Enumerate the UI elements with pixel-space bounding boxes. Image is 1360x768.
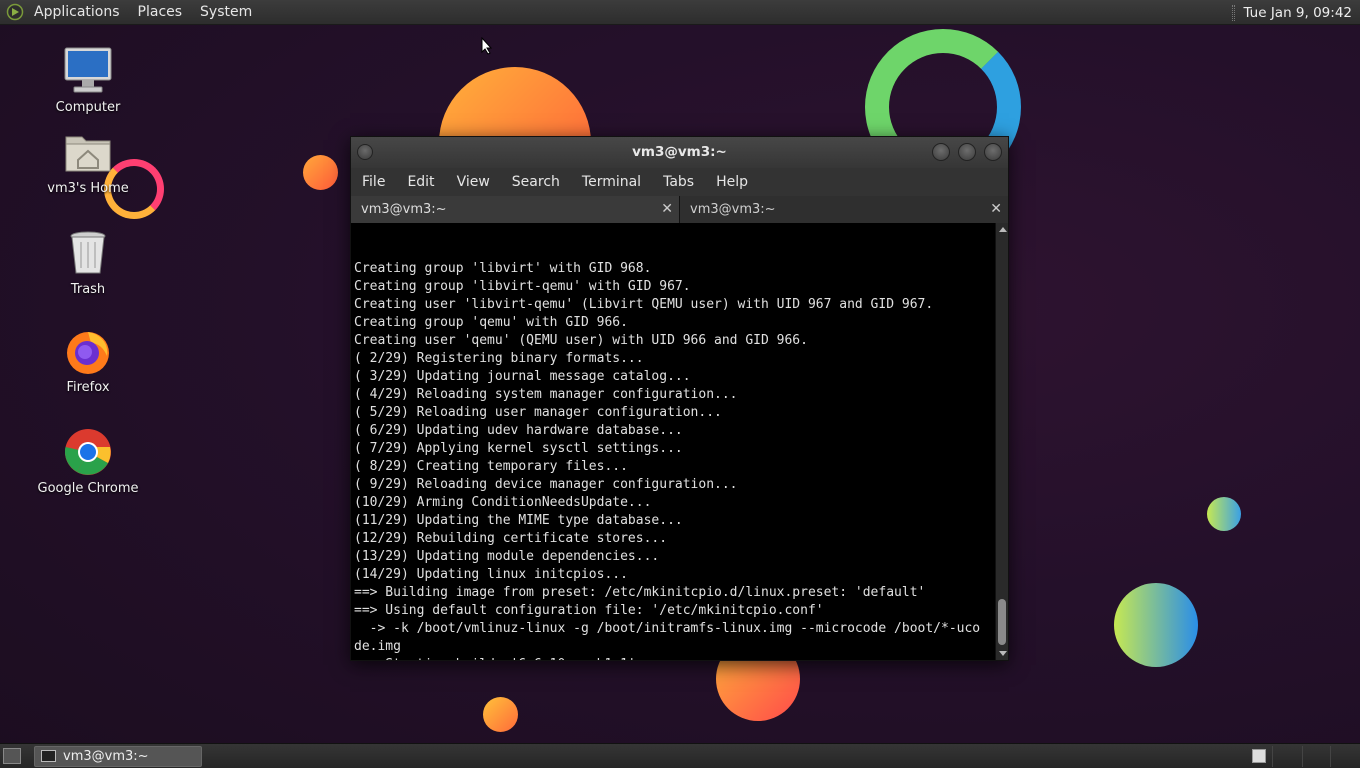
workspace-4-button[interactable] — [1330, 746, 1360, 767]
taskbar-terminal-button[interactable]: vm3@vm3:~ — [34, 746, 202, 767]
workspace-2-button[interactable] — [1272, 746, 1302, 767]
terminal-line: Creating user 'libvirt-qemu' (Libvirt QE… — [354, 297, 934, 312]
terminal-line: -> -k /boot/vmlinuz-linux -g /boot/initr… — [354, 621, 981, 636]
desktop-icon-label: Firefox — [66, 380, 110, 395]
menu-search[interactable]: Search — [512, 174, 560, 190]
terminal-line: ( 3/29) Updating journal message catalog… — [354, 369, 691, 384]
desktop-icon-label: Computer — [55, 100, 121, 115]
terminal-line: Creating group 'qemu' with GID 966. — [354, 315, 628, 330]
desktop-icon-trash[interactable]: Trash — [33, 228, 143, 297]
terminal-line: ( 5/29) Reloading user manager configura… — [354, 405, 722, 420]
terminal-line: ==> Starting build: '6.6.10-arch1-1' — [354, 656, 1008, 660]
terminal-line: ==> Using default configuration file: '/… — [354, 603, 824, 618]
window-title: vm3@vm3:~ — [632, 144, 727, 160]
top-panel: Applications Places System Tue Jan 9, 09… — [0, 0, 1360, 25]
terminal-line: Creating user 'qemu' (QEMU user) with UI… — [354, 333, 808, 348]
tab-2[interactable]: vm3@vm3:~ ✕ — [680, 196, 1008, 223]
menu-view[interactable]: View — [457, 174, 490, 190]
menu-logo-icon[interactable] — [6, 3, 24, 21]
terminal-tabbar: vm3@vm3:~ ✕ vm3@vm3:~ ✕ — [351, 196, 1008, 223]
menu-terminal[interactable]: Terminal — [582, 174, 641, 190]
desktop-icon-label: Trash — [70, 282, 106, 297]
taskbar-label: vm3@vm3:~ — [63, 749, 149, 764]
terminal-line: ( 6/29) Updating udev hardware database.… — [354, 423, 683, 438]
scroll-down-icon[interactable] — [999, 651, 1007, 656]
tab-1[interactable]: vm3@vm3:~ ✕ — [351, 196, 680, 223]
terminal-line: Creating group 'libvirt' with GID 968. — [354, 261, 652, 276]
terminal-line: ( 9/29) Reloading device manager configu… — [354, 477, 738, 492]
desktop-icon-computer[interactable]: Computer — [33, 46, 143, 115]
system-menu[interactable]: System — [200, 4, 252, 20]
firefox-icon — [67, 332, 109, 374]
menu-file[interactable]: File — [362, 174, 385, 190]
desktop-icon-label: vm3's Home — [47, 181, 129, 196]
minimize-button[interactable] — [932, 143, 950, 161]
terminal-line: ( 2/29) Registering binary formats... — [354, 351, 644, 366]
desktop-icon-home[interactable]: vm3's Home — [33, 127, 143, 196]
tab-close-icon[interactable]: ✕ — [990, 196, 1002, 223]
wallpaper-dot-orange — [303, 155, 338, 190]
maximize-button[interactable] — [958, 143, 976, 161]
terminal-line: (11/29) Updating the MIME type database.… — [354, 513, 683, 528]
window-menu-button[interactable] — [357, 144, 373, 160]
terminal-line: (14/29) Updating linux initcpios... — [354, 567, 628, 582]
menu-help[interactable]: Help — [716, 174, 748, 190]
scroll-thumb[interactable] — [998, 599, 1006, 645]
workspace-1-button[interactable] — [1252, 749, 1266, 763]
terminal-icon — [41, 750, 56, 762]
terminal-line: ( 4/29) Reloading system manager configu… — [354, 387, 738, 402]
terminal-line: (13/29) Updating module dependencies... — [354, 549, 660, 564]
applications-menu[interactable]: Applications — [34, 4, 120, 20]
terminal-window[interactable]: vm3@vm3:~ File Edit View Search Terminal… — [350, 136, 1009, 661]
trash-icon — [70, 231, 106, 274]
menu-tabs[interactable]: Tabs — [663, 174, 694, 190]
terminal-line: Creating group 'libvirt-qemu' with GID 9… — [354, 279, 691, 294]
scroll-up-icon[interactable] — [999, 227, 1007, 232]
terminal-line: ==> Building image from preset: /etc/mki… — [354, 585, 926, 600]
wallpaper-circle-green-blue — [1114, 583, 1198, 667]
show-desktop-button[interactable] — [3, 748, 21, 764]
computer-icon — [64, 47, 112, 93]
places-menu[interactable]: Places — [138, 4, 183, 20]
terminal-output[interactable]: Creating group 'libvirt' with GID 968. Cr… — [351, 223, 1008, 660]
tab-label: vm3@vm3:~ — [361, 202, 447, 217]
terminal-line: (10/29) Arming ConditionNeedsUpdate... — [354, 495, 652, 510]
wallpaper-dot-green-blue — [1207, 497, 1241, 531]
chrome-icon — [64, 429, 111, 475]
terminal-line: de.img — [354, 639, 401, 654]
tab-close-icon[interactable]: ✕ — [661, 196, 673, 223]
terminal-menubar: File Edit View Search Terminal Tabs Help — [351, 168, 1008, 196]
desktop-icon-label: Google Chrome — [37, 481, 139, 496]
terminal-line: ( 7/29) Applying kernel sysctl settings.… — [354, 441, 683, 456]
clock[interactable]: Tue Jan 9, 09:42 — [1243, 5, 1352, 21]
home-folder-icon — [65, 136, 111, 172]
desktop-icon-firefox[interactable]: Firefox — [33, 326, 143, 395]
terminal-line: (12/29) Rebuilding certificate stores... — [354, 531, 668, 546]
close-button[interactable] — [984, 143, 1002, 161]
tab-label: vm3@vm3:~ — [690, 202, 776, 217]
mouse-cursor-icon — [481, 37, 493, 55]
menu-edit[interactable]: Edit — [407, 174, 434, 190]
terminal-scrollbar[interactable] — [995, 223, 1008, 660]
panel-separator — [1232, 4, 1236, 21]
workspace-3-button[interactable] — [1302, 746, 1330, 767]
window-titlebar[interactable]: vm3@vm3:~ — [351, 137, 1008, 168]
bottom-panel: vm3@vm3:~ — [0, 743, 1360, 768]
wallpaper-dot-orange-small — [483, 697, 518, 732]
desktop-icon-chrome[interactable]: Google Chrome — [33, 427, 143, 496]
terminal-line: ( 8/29) Creating temporary files... — [354, 459, 628, 474]
